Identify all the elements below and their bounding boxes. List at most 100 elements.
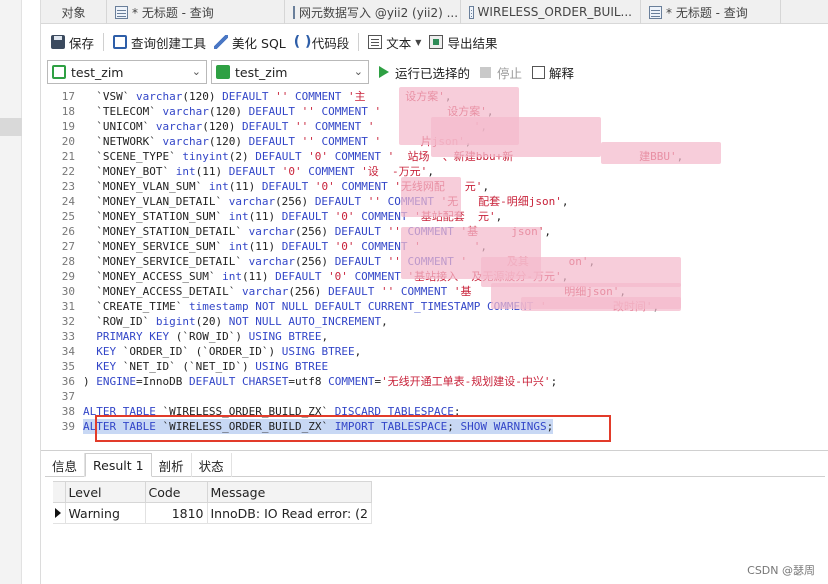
tab-untitled-query-2[interactable]: * 无标题 - 查询 <box>641 0 781 24</box>
code-line[interactable]: 32 `ROW_ID` bigint(20) NOT NULL AUTO_INC… <box>41 314 828 329</box>
connection-select[interactable]: test_zim ⌄ <box>47 60 207 84</box>
explain-label: 解释 <box>549 65 575 81</box>
tab-wireless-order[interactable]: WIRELESS_ORDER_BUIL... <box>461 0 641 24</box>
code-text: KEY `ORDER_ID` (`ORDER_ID`) USING BTREE, <box>96 345 362 358</box>
code-line[interactable]: 35 KEY `NET_ID` (`NET_ID`) USING BTREE <box>41 359 828 374</box>
cell-message[interactable]: InnoDB: IO Read error: (2 <box>207 502 373 524</box>
line-number: 30 <box>61 285 75 298</box>
gutter-marker <box>0 118 22 136</box>
query-tab-icon <box>293 5 295 19</box>
row-selector-header <box>53 481 66 503</box>
line-number: 26 <box>61 225 75 238</box>
database-select[interactable]: test_zim ⌄ <box>211 60 369 84</box>
connection-value: test_zim <box>71 64 124 80</box>
code-line[interactable]: 34 KEY `ORDER_ID` (`ORDER_ID`) USING BTR… <box>41 344 828 359</box>
tab-profile-label: 剖析 <box>158 458 184 474</box>
beautify-icon <box>214 35 229 49</box>
sql-editor[interactable]: 39 ALTER TABLE `WIRELESS_ORDER_BUILD_ZX` … <box>41 87 828 447</box>
line-number: 33 <box>61 330 75 343</box>
tab-objects-label: 对象 <box>61 5 86 20</box>
tab-info[interactable]: 信息 <box>45 453 86 477</box>
query-builder-button[interactable]: 查询创建工具 <box>109 30 210 54</box>
save-label: 保存 <box>69 35 95 51</box>
tab-bar: 对象 * 无标题 - 查询 网元数据写入 @yii2 (yii2) ... WI… <box>41 0 828 24</box>
tab-status[interactable]: 状态 <box>192 453 232 477</box>
code-line[interactable]: 37 <box>41 389 828 404</box>
row-pointer-icon <box>53 502 66 524</box>
column-header-level[interactable]: Level <box>64 481 146 503</box>
tab-info-label: 信息 <box>52 458 78 474</box>
code-snippet-icon: ( ) <box>293 34 312 50</box>
text-label: 文本 <box>386 35 412 51</box>
explain-button[interactable]: 解释 <box>532 63 574 82</box>
line-number: 19 <box>61 120 75 133</box>
save-icon <box>51 35 65 49</box>
result-pane: 信息 Result 1 剖析 状态 Level Code Message War… <box>41 450 828 584</box>
beautify-sql-button[interactable]: 美化 SQL <box>210 30 290 54</box>
tab-wireless-order-label: WIRELESS_ORDER_BUIL... <box>477 5 632 19</box>
code-text: `MONEY_VLAN_DETAIL` varchar(256) DEFAULT… <box>83 195 569 208</box>
export-result-label: 导出结果 <box>447 35 498 51</box>
line-number: 27 <box>61 240 75 253</box>
tab-result-1[interactable]: Result 1 <box>85 453 152 477</box>
code-text: KEY `NET_ID` (`NET_ID`) USING BTREE <box>96 360 329 373</box>
table-tab-icon <box>469 5 474 19</box>
run-selected-button[interactable]: 运行已选择的 <box>379 63 470 82</box>
run-selected-label: 运行已选择的 <box>395 65 471 81</box>
line-number: 25 <box>61 210 75 223</box>
line-number: 21 <box>61 150 75 163</box>
code-line[interactable]: 30 `MONEY_ACCESS_DETAIL` varchar(256) DE… <box>41 284 828 299</box>
redaction-blur <box>521 297 681 311</box>
redaction-blur <box>401 177 461 217</box>
code-text: `VSW` varchar(120) DEFAULT '' COMMENT '主… <box>83 90 451 103</box>
highlight-box <box>95 415 611 442</box>
code-line[interactable]: 31 `CREATE_TIME` timestamp NOT NULL DEFA… <box>41 299 828 314</box>
stop-label: 停止 <box>497 65 523 81</box>
tab-status-label: 状态 <box>198 458 224 474</box>
line-number: 22 <box>61 165 75 178</box>
line-number: 24 <box>61 195 75 208</box>
line-number: 18 <box>61 105 75 118</box>
line-number: 35 <box>61 360 75 373</box>
cell-level[interactable]: Warning <box>65 502 146 524</box>
query-builder-label: 查询创建工具 <box>131 35 207 51</box>
tab-result-1-label: Result 1 <box>93 457 144 473</box>
stop-icon <box>480 66 492 78</box>
save-button[interactable]: 保存 <box>47 30 98 54</box>
tab-profile[interactable]: 剖析 <box>152 453 192 477</box>
tab-netelement-write[interactable]: 网元数据写入 @yii2 (yii2) ... <box>285 0 461 24</box>
line-number: 37 <box>61 390 75 403</box>
line-number: 17 <box>61 90 75 103</box>
database-icon <box>216 65 230 79</box>
text-icon <box>368 35 383 49</box>
code-text: PRIMARY KEY (`ROW_ID`) USING BTREE, <box>96 330 329 343</box>
redaction-blur <box>431 117 601 157</box>
result-grid[interactable]: Level Code Message Warning 1810 InnoDB: … <box>53 481 373 524</box>
play-icon <box>379 66 389 78</box>
stop-button[interactable]: 停止 <box>480 63 522 82</box>
database-value: test_zim <box>235 64 288 80</box>
column-header-code[interactable]: Code <box>144 481 208 503</box>
query-tab-icon <box>649 5 662 19</box>
line-number: 23 <box>61 180 75 193</box>
line-number: 38 <box>61 405 75 418</box>
text-button[interactable]: 文本 ▼ <box>364 30 425 54</box>
export-icon <box>429 35 444 49</box>
cell-code[interactable]: 1810 <box>145 502 208 524</box>
connection-icon <box>52 65 66 79</box>
column-header-message[interactable]: Message <box>206 481 373 503</box>
code-line[interactable]: 33 PRIMARY KEY (`ROW_ID`) USING BTREE, <box>41 329 828 344</box>
code-text: `MONEY_BOT` int(11) DEFAULT '0' COMMENT … <box>83 165 434 178</box>
table-row[interactable]: Warning 1810 InnoDB: IO Read error: (2 <box>53 502 373 524</box>
export-result-button[interactable]: 导出结果 <box>425 30 501 54</box>
tab-untitled-query-1[interactable]: * 无标题 - 查询 <box>107 0 285 24</box>
query-tab-icon <box>115 5 128 19</box>
line-number: 28 <box>61 255 75 268</box>
tab-netelement-write-label: 网元数据写入 @yii2 (yii2) ... <box>299 5 459 20</box>
code-line[interactable]: 36) ENGINE=InnoDB DEFAULT CHARSET=utf8 C… <box>41 374 828 389</box>
tab-objects[interactable]: 对象 <box>41 0 107 24</box>
left-gutter <box>0 0 22 584</box>
toolbar: 保存 查询创建工具 美化 SQL ( ) 代码段 文本 ▼ 导出结果 <box>41 26 828 58</box>
watermark: CSDN @瑟周 <box>747 564 815 577</box>
code-snippet-button[interactable]: ( ) 代码段 <box>290 30 354 54</box>
